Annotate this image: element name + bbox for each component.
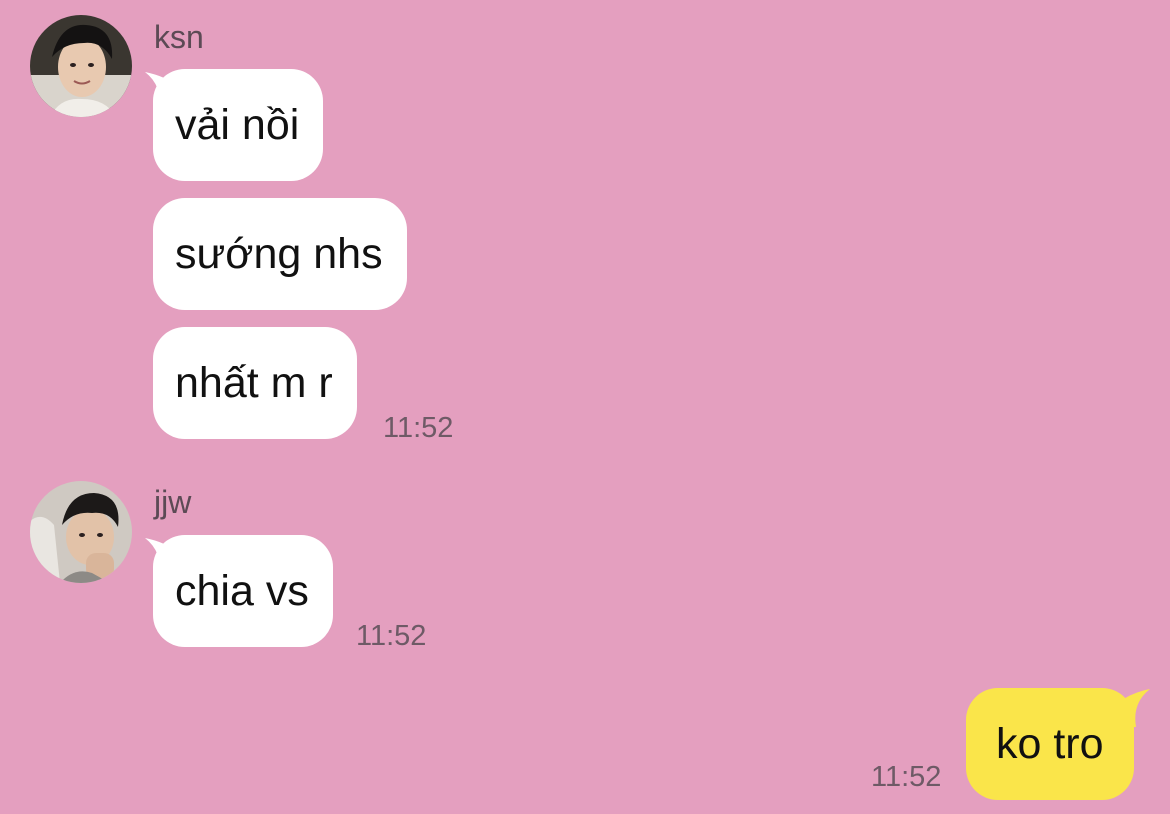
message-text: ko tro <box>996 719 1104 768</box>
message-bubble[interactable]: chia vs <box>153 535 333 647</box>
message-bubble-outgoing[interactable]: ko tro <box>966 688 1134 800</box>
message-timestamp: 11:52 <box>356 620 427 652</box>
sender-name-ksn: ksn <box>154 19 204 55</box>
message-text: sướng nhs <box>175 229 383 278</box>
message-text: vải nồi <box>175 100 300 149</box>
profile-photo-avatar-icon <box>30 481 132 583</box>
message-timestamp: 11:52 <box>871 761 942 793</box>
avatar-ksn[interactable] <box>30 15 132 117</box>
profile-photo-avatar-icon <box>30 15 132 117</box>
message-bubble[interactable]: nhất m r <box>153 327 357 439</box>
sender-name-jjw: jjw <box>154 484 192 520</box>
avatar-jjw[interactable] <box>30 481 132 583</box>
message-text: nhất m r <box>175 358 333 407</box>
message-bubble[interactable]: vải nồi <box>153 69 324 181</box>
message-text: chia vs <box>175 566 309 615</box>
message-bubble[interactable]: sướng nhs <box>153 198 407 310</box>
message-timestamp: 11:52 <box>383 412 454 444</box>
